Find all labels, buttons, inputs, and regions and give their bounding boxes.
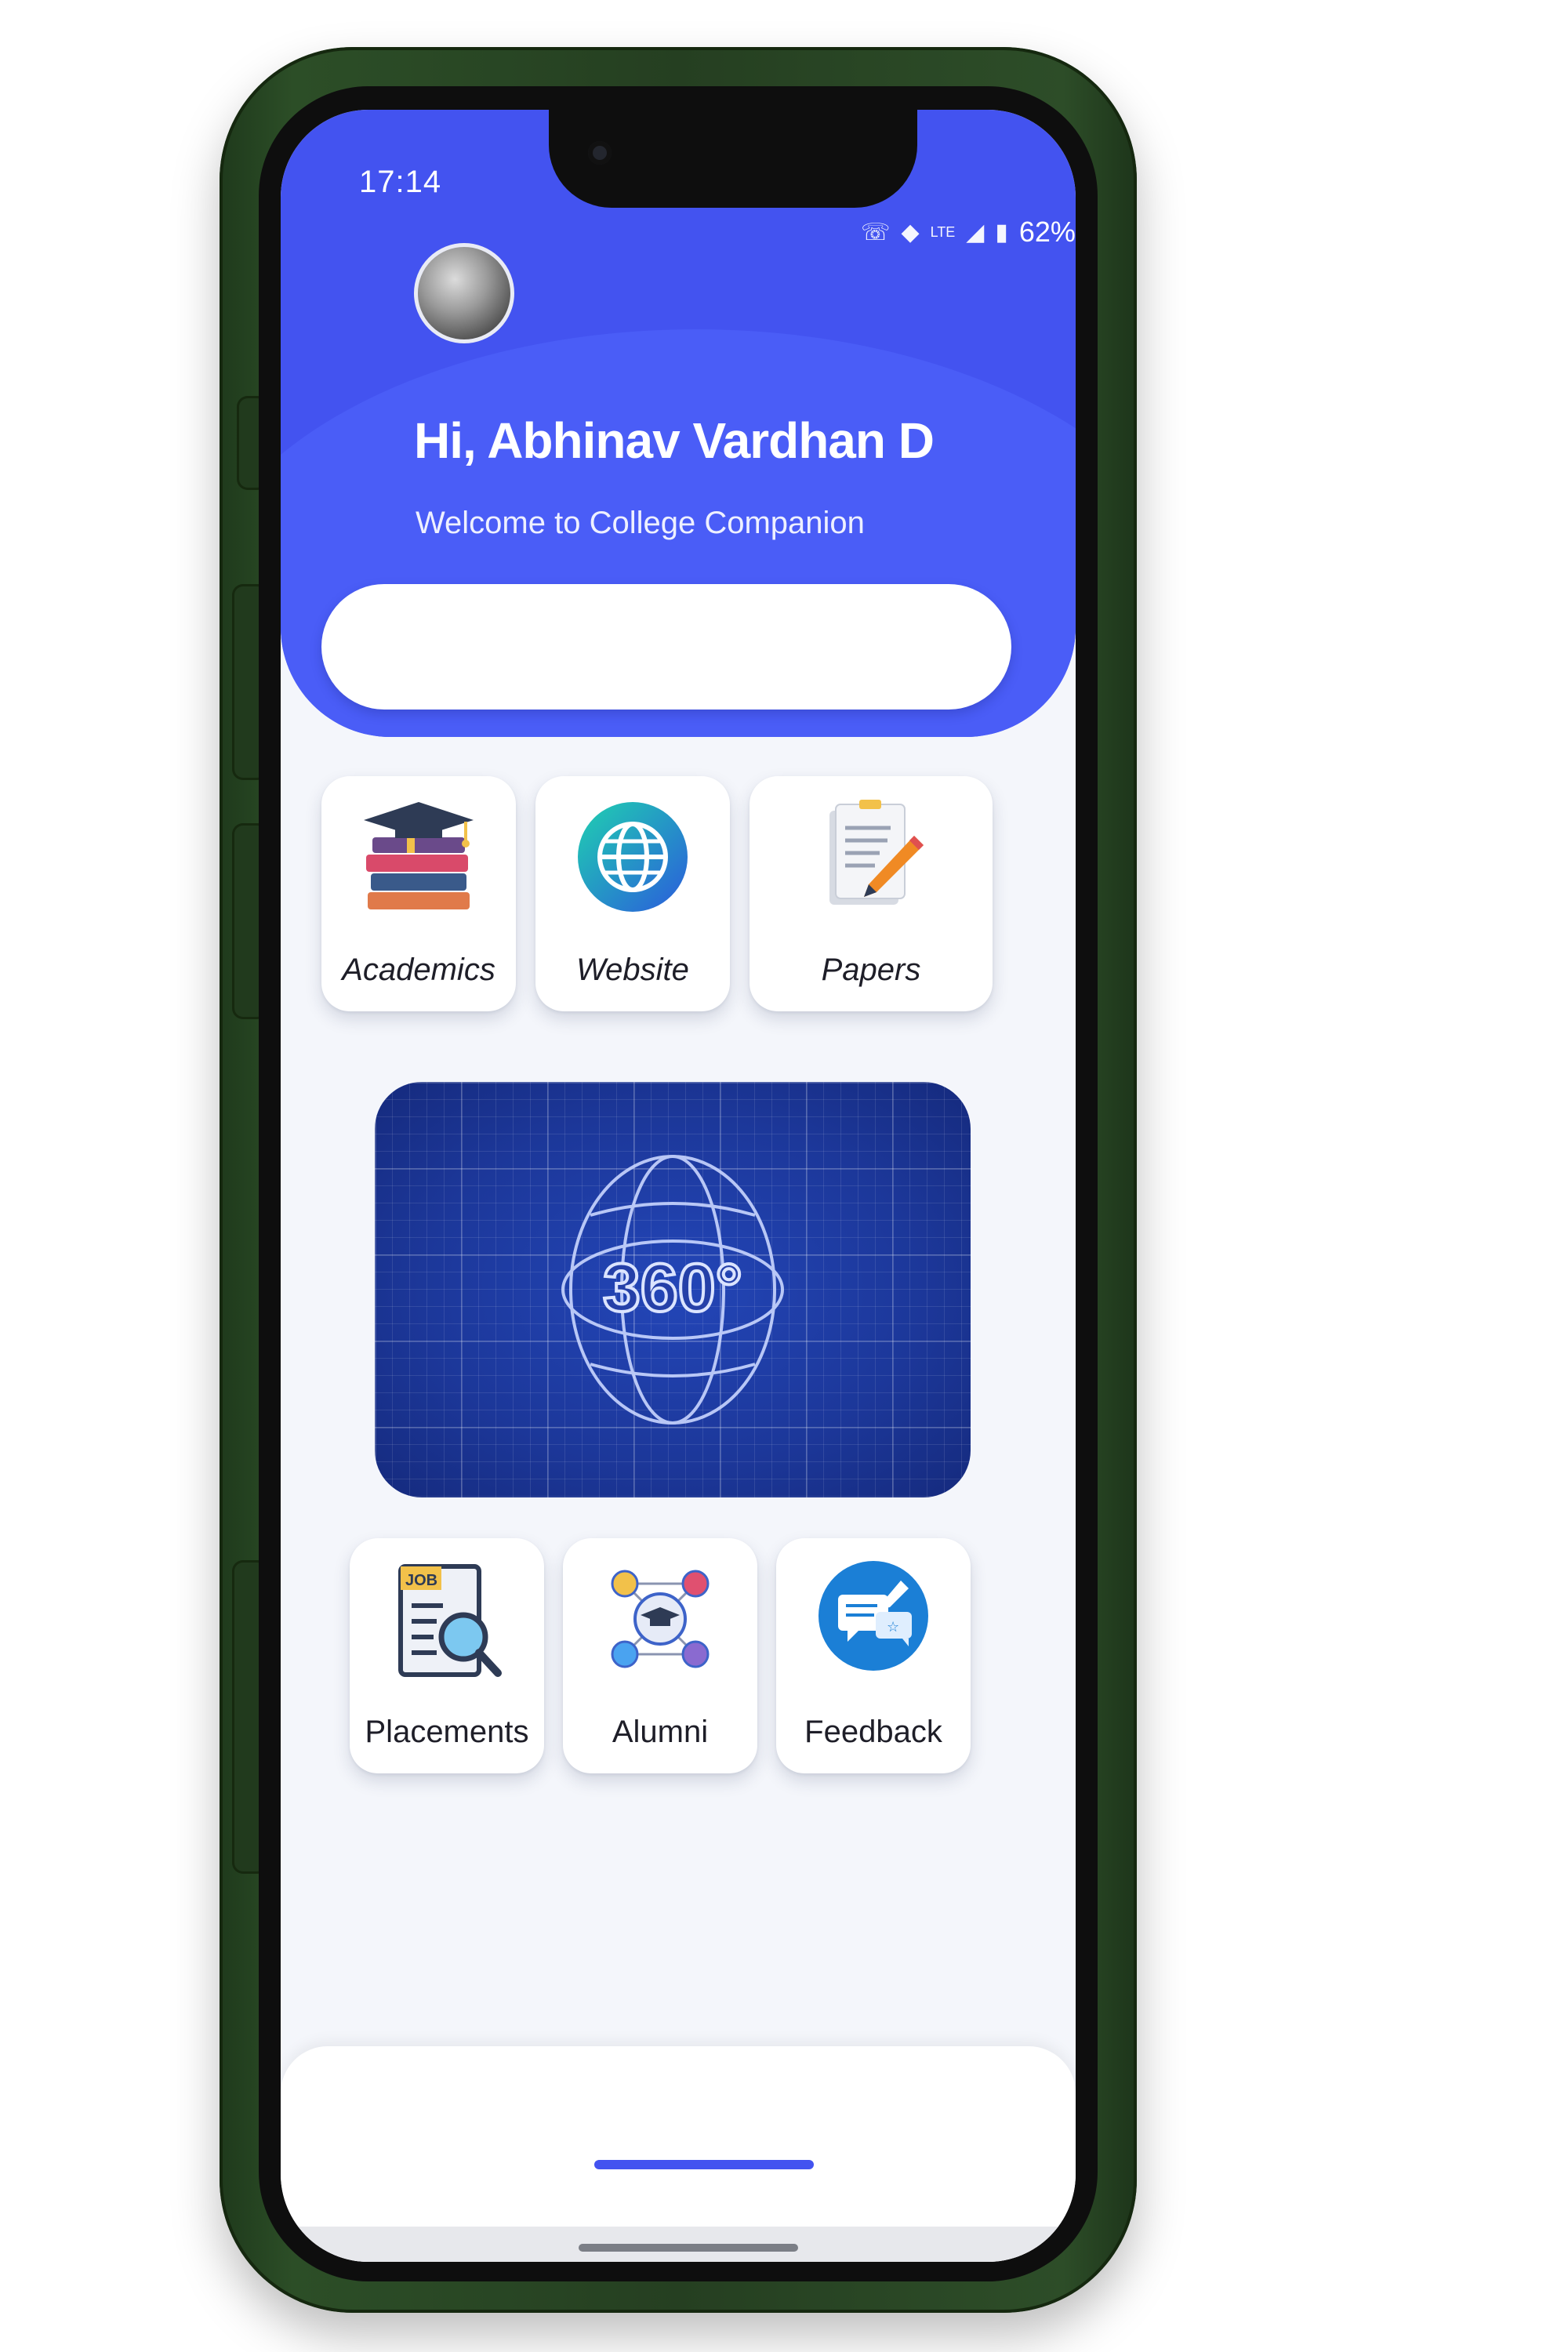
card-label-feedback: Feedback <box>804 1715 942 1749</box>
battery-percent: 62% <box>1018 216 1076 248</box>
card-papers[interactable]: Papers <box>750 776 993 1011</box>
status-time: 17:14 <box>359 165 442 199</box>
globe-360-icon: 360° <box>561 1155 784 1425</box>
card-academics[interactable]: Academics <box>321 776 516 1011</box>
home-gesture-bar[interactable] <box>579 2244 798 2252</box>
signal-icon: ◢ <box>966 219 985 245</box>
card-website[interactable]: Website <box>535 776 730 1011</box>
front-camera <box>588 141 612 165</box>
globe-icon <box>578 802 688 912</box>
svg-text:JOB: JOB <box>405 1572 437 1589</box>
card-label-alumni: Alumni <box>612 1715 709 1749</box>
status-icons: ☏ ◆ LTE ◢ ▮ 62% <box>861 216 1076 249</box>
card-label-academics: Academics <box>342 953 495 987</box>
wifi-calling-icon: ☏ <box>861 219 891 245</box>
avatar[interactable] <box>414 243 514 343</box>
lte-icon: LTE <box>930 223 956 240</box>
svg-text:☆: ☆ <box>887 1619 899 1635</box>
job-search-icon: JOB <box>398 1564 502 1677</box>
banner-360-label: 360° <box>603 1250 742 1326</box>
wifi-icon: ◆ <box>901 219 920 245</box>
books-graduation-cap-icon <box>364 802 474 909</box>
alumni-network-icon <box>611 1570 710 1668</box>
card-feedback[interactable]: ☆ Feedback <box>776 1538 971 1773</box>
feedback-chat-icon: ☆ <box>818 1561 928 1671</box>
bottom-sheet-handle[interactable] <box>594 2160 814 2169</box>
welcome-subtitle: Welcome to College Companion <box>416 506 865 540</box>
app-screen: 17:14 ☏ ◆ LTE ◢ ▮ 62% Hi, Abhinav Vardha… <box>281 110 1076 2262</box>
document-pencil-icon <box>829 800 924 905</box>
card-placements[interactable]: JOB Placements <box>350 1538 544 1773</box>
battery-icon: ▮ <box>995 219 1008 245</box>
card-label-placements: Placements <box>365 1715 529 1749</box>
card-alumni[interactable]: Alumni <box>563 1538 757 1773</box>
card-label-papers: Papers <box>821 953 921 987</box>
virtual-tour-banner[interactable]: 360° <box>375 1082 971 1497</box>
search-input[interactable] <box>321 584 1011 710</box>
greeting-title: Hi, Abhinav Vardhan D <box>414 412 935 469</box>
card-label-website: Website <box>576 953 689 987</box>
